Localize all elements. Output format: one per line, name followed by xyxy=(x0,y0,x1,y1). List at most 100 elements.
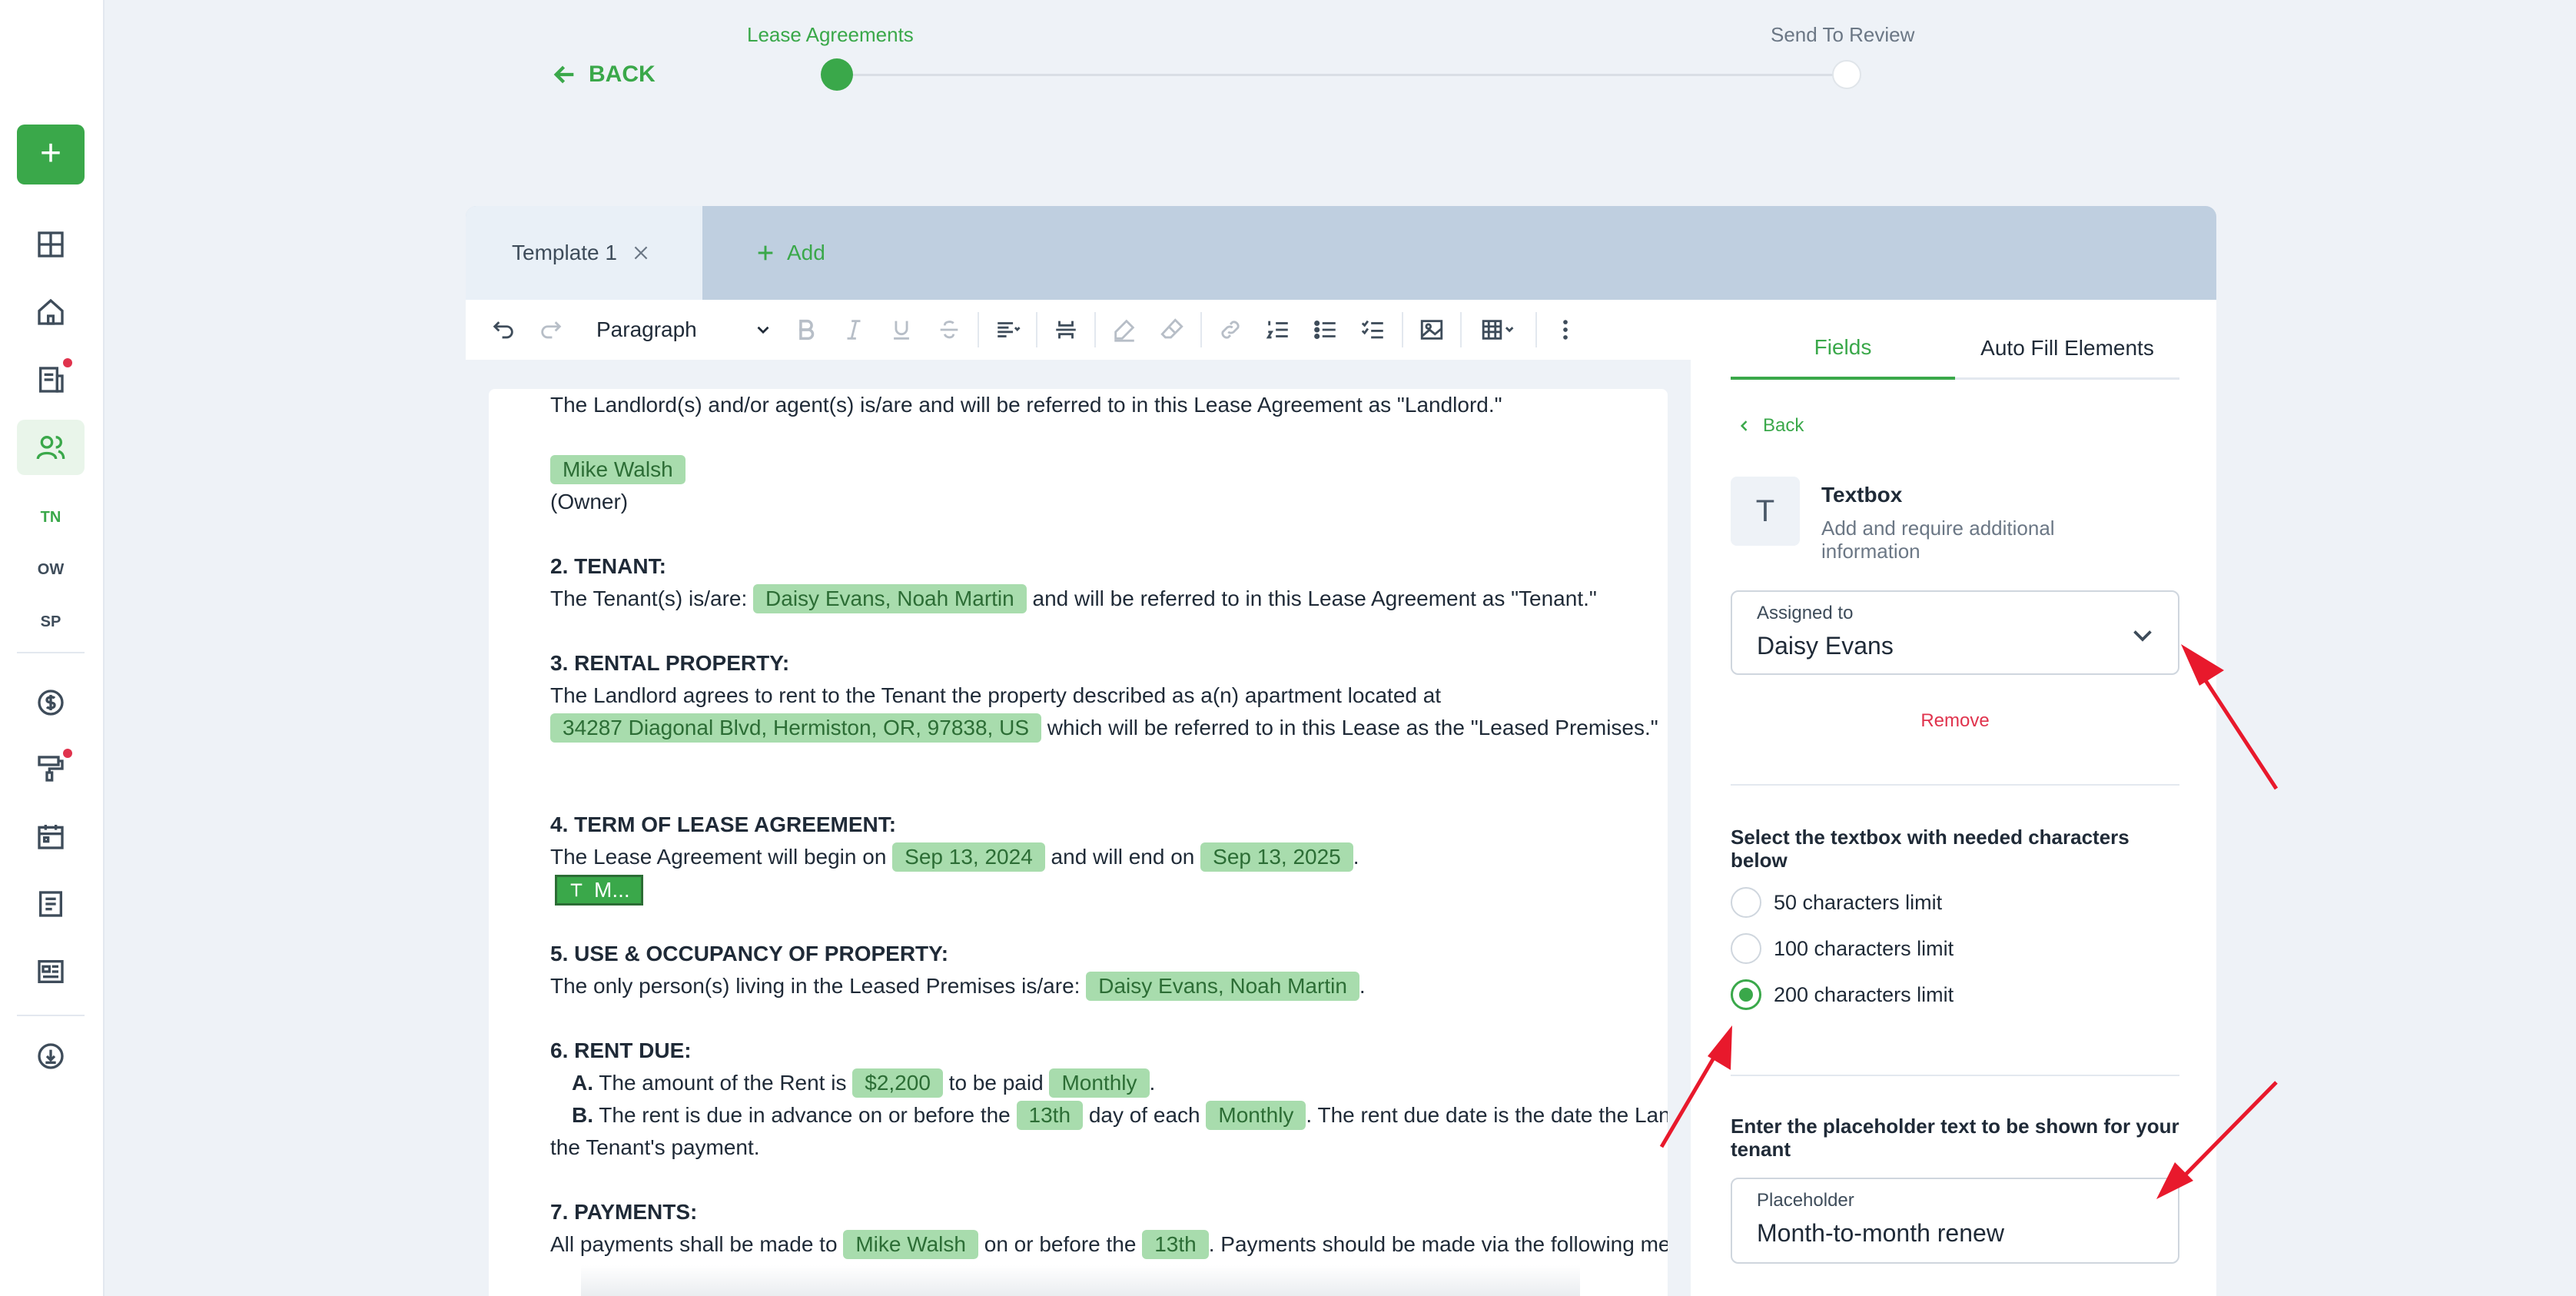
insert-table-button[interactable] xyxy=(1466,307,1531,353)
section-heading: 4. TERM OF LEASE AGREEMENT: xyxy=(550,812,897,836)
doc-line: A. The amount of the Rent is $2,200 to b… xyxy=(550,1067,1657,1099)
create-button[interactable]: + xyxy=(17,125,85,184)
reports-icon xyxy=(39,367,64,393)
document-page[interactable]: The Landlord(s) and/or agent(s) is/are a… xyxy=(489,389,1668,1296)
people-nav[interactable] xyxy=(17,420,85,475)
redo-button[interactable] xyxy=(527,307,575,353)
editor-toolbar: Paragraph xyxy=(466,300,1691,360)
back-button[interactable]: BACK xyxy=(552,61,656,88)
tab-auto-fill-elements[interactable]: Auto Fill Elements xyxy=(1955,318,2179,377)
toolbar-separator xyxy=(978,312,979,347)
field-title: Textbox xyxy=(1821,483,1903,507)
doc-line: All payments shall be made to Mike Walsh… xyxy=(550,1228,1668,1261)
step-indicator-active[interactable] xyxy=(821,58,853,91)
align-button[interactable] xyxy=(984,307,1031,353)
field-occupants[interactable]: Daisy Evans, Noah Martin xyxy=(1086,972,1359,1001)
bullet-list-button[interactable] xyxy=(1302,307,1349,353)
field-start-date[interactable]: Sep 13, 2024 xyxy=(892,842,1045,872)
radio-button[interactable] xyxy=(1731,933,1761,964)
italic-button[interactable] xyxy=(830,307,878,353)
sidebar-sub-ow[interactable]: OW xyxy=(17,561,85,579)
assigned-to-label: Assigned to xyxy=(1757,603,1854,623)
field-due-day[interactable]: 13th xyxy=(1016,1101,1084,1130)
doc-line: The Tenant(s) is/are: Daisy Evans, Noah … xyxy=(550,583,1657,615)
ordered-list-icon xyxy=(1266,321,1288,339)
field-due-period[interactable]: Monthly xyxy=(1206,1101,1306,1130)
maintenance-nav[interactable] xyxy=(17,741,85,796)
plus-icon xyxy=(758,245,773,261)
panel-back-button[interactable]: Back xyxy=(1737,415,1804,437)
highlighter-icon xyxy=(1114,319,1135,342)
radio-button[interactable] xyxy=(1731,887,1761,918)
documents-nav[interactable] xyxy=(17,876,85,932)
assigned-to-select[interactable]: Assigned to Daisy Evans xyxy=(1731,590,2179,675)
step-indicator-inactive[interactable] xyxy=(1832,60,1861,89)
calendar-nav[interactable] xyxy=(17,809,85,864)
field-rent-amount[interactable]: $2,200 xyxy=(852,1068,943,1098)
close-icon[interactable] xyxy=(631,243,651,263)
tab-fields[interactable]: Fields xyxy=(1731,318,1955,380)
field-tenants[interactable]: Daisy Evans, Noah Martin xyxy=(753,584,1027,613)
home-nav[interactable] xyxy=(17,284,85,340)
home-icon xyxy=(38,298,64,325)
text-icon xyxy=(570,883,583,897)
toolbar-separator xyxy=(1402,312,1403,347)
people-icon xyxy=(36,436,65,460)
sidebar-sub-sp[interactable]: SP xyxy=(17,613,85,631)
block-style-value: Paragraph xyxy=(596,317,697,341)
add-template-button[interactable]: Add xyxy=(755,206,825,300)
section-heading: 3. RENTAL PROPERTY: xyxy=(550,651,790,675)
limit-option-50[interactable]: 50 characters limit xyxy=(1731,887,1942,918)
italic-icon xyxy=(847,320,861,340)
field-rent-frequency[interactable]: Monthly xyxy=(1049,1068,1150,1098)
chevron-down-icon xyxy=(2133,630,2152,642)
limit-option-label: 50 characters limit xyxy=(1774,890,1943,914)
scroll-fade xyxy=(581,1265,1580,1296)
checklist-button[interactable] xyxy=(1349,307,1397,353)
placeholder-input[interactable]: Placeholder Month-to-month renew xyxy=(1731,1178,2179,1264)
document-body: The Landlord(s) and/or agent(s) is/are a… xyxy=(550,389,1668,1261)
link-icon xyxy=(1221,321,1240,339)
more-vertical-icon xyxy=(1563,320,1568,340)
remove-field-button[interactable]: Remove xyxy=(1731,710,2179,732)
ordered-list-button[interactable] xyxy=(1254,307,1302,353)
toolbar-separator xyxy=(1036,312,1037,347)
clear-format-button[interactable] xyxy=(1148,307,1196,353)
doc-line: The only person(s) living in the Leased … xyxy=(550,970,1657,1002)
page-break-button[interactable] xyxy=(1042,307,1090,353)
stepper-track xyxy=(836,74,1847,76)
bold-button[interactable] xyxy=(782,307,830,353)
toolbar-separator xyxy=(1094,312,1096,347)
downloads-nav[interactable] xyxy=(17,1028,85,1084)
textbox-field-chip[interactable]: M... xyxy=(555,875,643,906)
sidebar-sub-tn[interactable]: TN xyxy=(17,509,85,527)
field-payment-day[interactable]: 13th xyxy=(1142,1230,1209,1259)
listings-nav[interactable] xyxy=(17,944,85,999)
sidebar-divider xyxy=(17,1015,85,1016)
step-lease-agreements[interactable]: Lease Agreements xyxy=(747,23,914,47)
dashboard-nav[interactable] xyxy=(17,217,85,272)
field-payee[interactable]: Mike Walsh xyxy=(843,1230,978,1259)
highlight-button[interactable] xyxy=(1100,307,1148,353)
step-send-to-review[interactable]: Send To Review xyxy=(1771,23,1914,47)
strikethrough-icon xyxy=(940,321,958,339)
limit-option-200[interactable]: 200 characters limit xyxy=(1731,979,1954,1010)
radio-button-selected[interactable] xyxy=(1731,979,1761,1010)
more-options-button[interactable] xyxy=(1542,307,1589,353)
tab-template-1[interactable]: Template 1 xyxy=(466,206,702,300)
link-button[interactable] xyxy=(1207,307,1254,353)
block-style-select[interactable]: Paragraph xyxy=(575,307,782,353)
field-end-date[interactable]: Sep 13, 2025 xyxy=(1200,842,1353,872)
undo-button[interactable] xyxy=(480,307,527,353)
underline-button[interactable] xyxy=(878,307,925,353)
insert-image-button[interactable] xyxy=(1408,307,1456,353)
limit-option-100[interactable]: 100 characters limit xyxy=(1731,933,1954,964)
image-icon xyxy=(1420,320,1443,340)
reports-nav[interactable] xyxy=(17,352,85,407)
strikethrough-button[interactable] xyxy=(925,307,973,353)
field-landlord-name[interactable]: Mike Walsh xyxy=(550,455,685,484)
section-heading: 6. RENT DUE: xyxy=(550,1038,692,1062)
calendar-icon xyxy=(38,825,64,849)
field-address[interactable]: 34287 Diagonal Blvd, Hermiston, OR, 9783… xyxy=(550,713,1041,743)
payments-nav[interactable] xyxy=(17,675,85,730)
